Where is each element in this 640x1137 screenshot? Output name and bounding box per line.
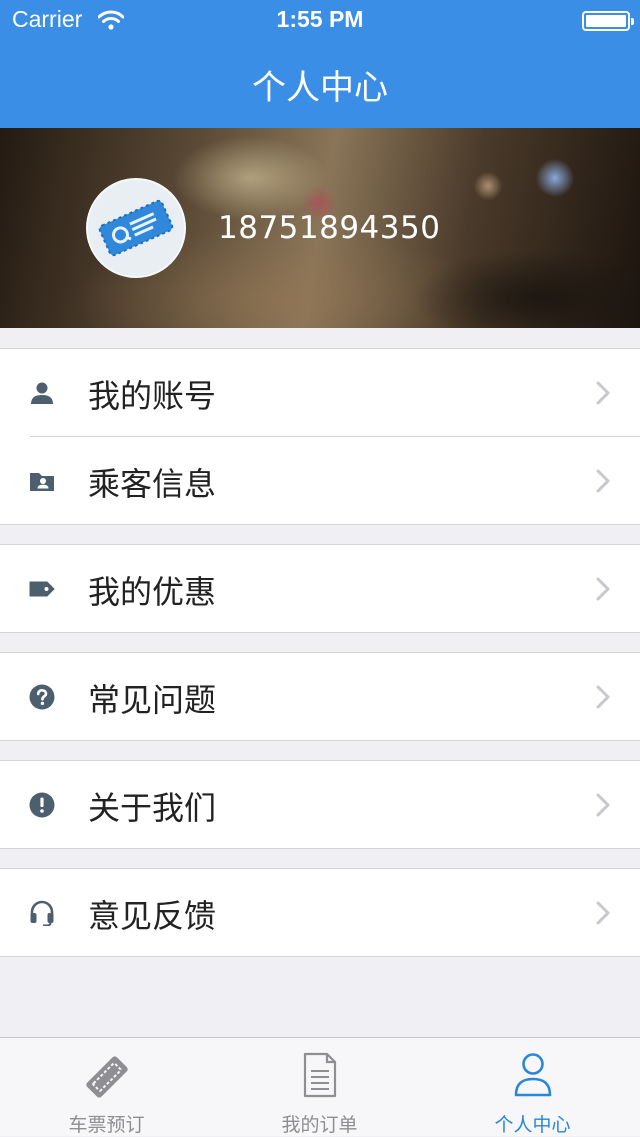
page-title: 个人中心 (252, 68, 388, 108)
user-phone: 18751894350 (218, 210, 441, 246)
tag-icon (29, 581, 55, 597)
menu-label: 意见反馈 (88, 897, 217, 935)
menu-label: 关于我们 (88, 789, 217, 827)
folder-person-icon (30, 473, 54, 491)
chevron-right-icon (596, 685, 610, 709)
info-alert-icon (29, 792, 55, 818)
headset-icon (30, 900, 54, 926)
menu-item-about[interactable]: 关于我们 (0, 761, 640, 848)
faq-group: 常见问题 (0, 652, 640, 741)
menu-label: 我的优惠 (88, 573, 217, 611)
help-circle-icon (29, 684, 55, 710)
account-group: 我的账号 乘客信息 (0, 348, 640, 525)
chevron-right-icon (596, 901, 610, 925)
battery-icon (582, 11, 634, 31)
tab-label: 车票预订 (68, 1114, 145, 1136)
tab-bar: 车票预订 我的订单 个人中心 (0, 1037, 640, 1136)
coupon-group: 我的优惠 (0, 544, 640, 633)
feedback-group: 意见反馈 (0, 868, 640, 957)
menu-item-passengers[interactable]: 乘客信息 (0, 437, 640, 524)
menu-label: 我的账号 (88, 377, 217, 415)
ticket-logo-icon (98, 199, 174, 257)
about-group: 关于我们 (0, 760, 640, 849)
tab-ticket-booking[interactable]: 车票预订 (0, 1038, 213, 1137)
person-icon (31, 382, 53, 404)
menu-item-feedback[interactable]: 意见反馈 (0, 869, 640, 956)
tab-label: 个人中心 (494, 1114, 571, 1136)
menu-item-coupons[interactable]: 我的优惠 (0, 545, 640, 632)
tab-label: 我的订单 (281, 1114, 358, 1136)
ticket-icon (85, 1056, 128, 1098)
menu-label: 常见问题 (88, 681, 217, 719)
tab-my-orders[interactable]: 我的订单 (213, 1038, 426, 1137)
menu-item-account[interactable]: 我的账号 (0, 349, 640, 436)
profile-banner: 18751894350 (0, 128, 640, 328)
chevron-right-icon (596, 793, 610, 817)
status-time: 1:55 PM (276, 6, 364, 32)
document-icon (303, 1052, 336, 1098)
chevron-right-icon (596, 577, 610, 601)
menu-label: 乘客信息 (88, 465, 217, 503)
chevron-right-icon (596, 381, 610, 405)
status-bar: Carrier 1:55 PM (0, 0, 640, 40)
avatar[interactable] (86, 178, 186, 278)
person-icon (514, 1053, 551, 1097)
chevron-right-icon (596, 469, 610, 493)
tab-personal-center[interactable]: 个人中心 (426, 1038, 639, 1137)
header: Carrier 1:55 PM 个人中心 (0, 0, 640, 128)
menu-item-faq[interactable]: 常见问题 (0, 653, 640, 740)
